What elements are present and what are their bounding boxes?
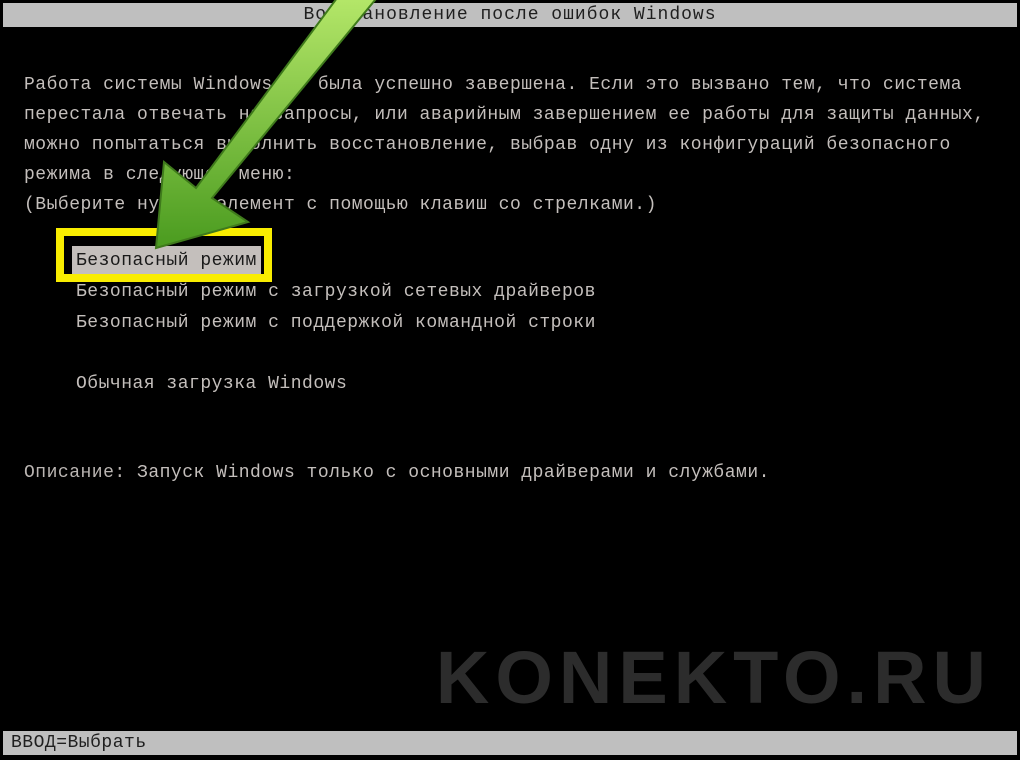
footer-text: ВВОД=Выбрать — [11, 733, 147, 753]
description-line: Описание: Запуск Windows только с основн… — [24, 458, 770, 488]
title-bar: Восстановление после ошибок Windows — [3, 3, 1017, 27]
menu-item-safe-mode-command[interactable]: Безопасный режим с поддержкой командной … — [72, 308, 600, 338]
boot-recovery-screen: Восстановление после ошибок Windows Рабо… — [0, 0, 1020, 760]
menu-item-normal-boot[interactable]: Обычная загрузка Windows — [72, 369, 351, 399]
watermark: KONEKTO.RU — [436, 635, 992, 720]
title-text: Восстановление после ошибок Windows — [303, 5, 716, 25]
footer-bar: ВВОД=Выбрать — [3, 731, 1017, 755]
menu-item-safe-mode[interactable]: Безопасный режим — [72, 246, 261, 276]
description-label: Описание: — [24, 463, 126, 483]
description-text: Запуск Windows только с основными драйве… — [137, 463, 770, 483]
menu-item-safe-mode-networking[interactable]: Безопасный режим с загрузкой сетевых дра… — [72, 277, 600, 307]
instruction: (Выберите нужный элемент с помощью клави… — [24, 195, 657, 215]
body-text: Работа системы Windows не была успешно з… — [24, 70, 996, 220]
boot-menu[interactable]: Безопасный режим Безопасный режим с загр… — [72, 246, 600, 400]
paragraph: Работа системы Windows не была успешно з… — [24, 75, 985, 185]
